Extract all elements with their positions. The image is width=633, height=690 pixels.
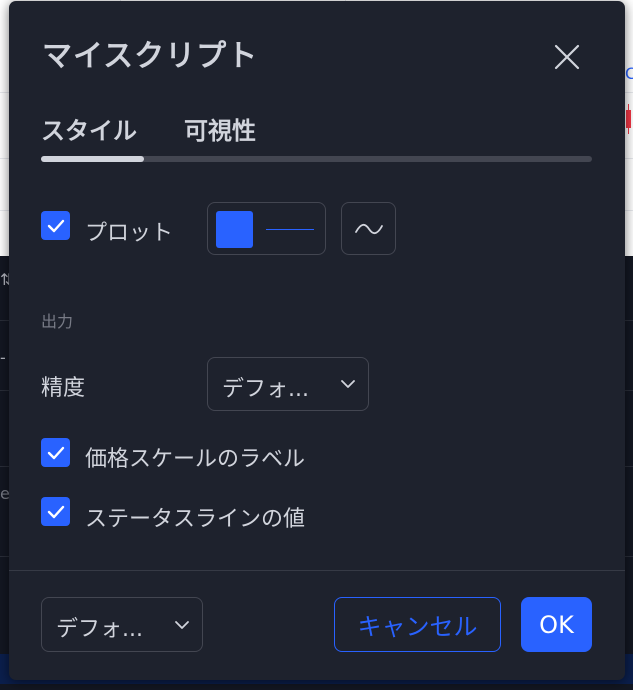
ok-button[interactable]: OK: [521, 597, 592, 652]
precision-label: 精度: [41, 376, 86, 401]
background-link-fragment: C: [625, 64, 633, 83]
plot-label: プロット: [85, 221, 174, 246]
tab-visibility[interactable]: 可視性: [184, 111, 256, 146]
footer-divider: [9, 570, 625, 571]
price-scale-label-text: 価格スケールのラベル: [85, 447, 306, 472]
tab-active-indicator: [41, 156, 144, 162]
precision-select[interactable]: デフォ...: [207, 357, 369, 411]
template-select-value: デフォ...: [56, 617, 143, 642]
output-section-header: 出力: [41, 312, 74, 331]
chevron-down-icon: [175, 621, 189, 629]
checkmark-icon: [47, 505, 64, 518]
color-swatch: [216, 211, 253, 248]
close-button[interactable]: [549, 39, 585, 75]
precision-select-value: デフォ...: [222, 377, 309, 402]
plot-color-button[interactable]: [207, 202, 326, 255]
status-line-value-text: ステータスラインの値: [85, 507, 306, 532]
price-scale-label-checkbox[interactable]: [41, 438, 70, 467]
dialog-title: マイスクリプト: [42, 39, 259, 74]
chevron-down-icon: [341, 380, 355, 388]
tab-style[interactable]: スタイル: [41, 111, 137, 146]
cancel-button[interactable]: キャンセル: [334, 597, 501, 652]
wave-icon: [354, 223, 383, 234]
background-candle: [626, 110, 631, 128]
line-style-button[interactable]: [341, 202, 396, 255]
background-text-fragment: -: [0, 348, 6, 367]
script-settings-dialog: マイスクリプト スタイル 可視性 プロット 出力 精度 デフォ... 価格スケー…: [9, 1, 625, 680]
status-line-value-checkbox[interactable]: [41, 497, 70, 526]
checkmark-icon: [47, 446, 64, 459]
plot-checkbox[interactable]: [41, 211, 70, 240]
checkmark-icon: [47, 219, 64, 232]
line-sample: [266, 229, 314, 230]
close-icon: [554, 44, 580, 70]
template-select[interactable]: デフォ...: [41, 597, 203, 652]
